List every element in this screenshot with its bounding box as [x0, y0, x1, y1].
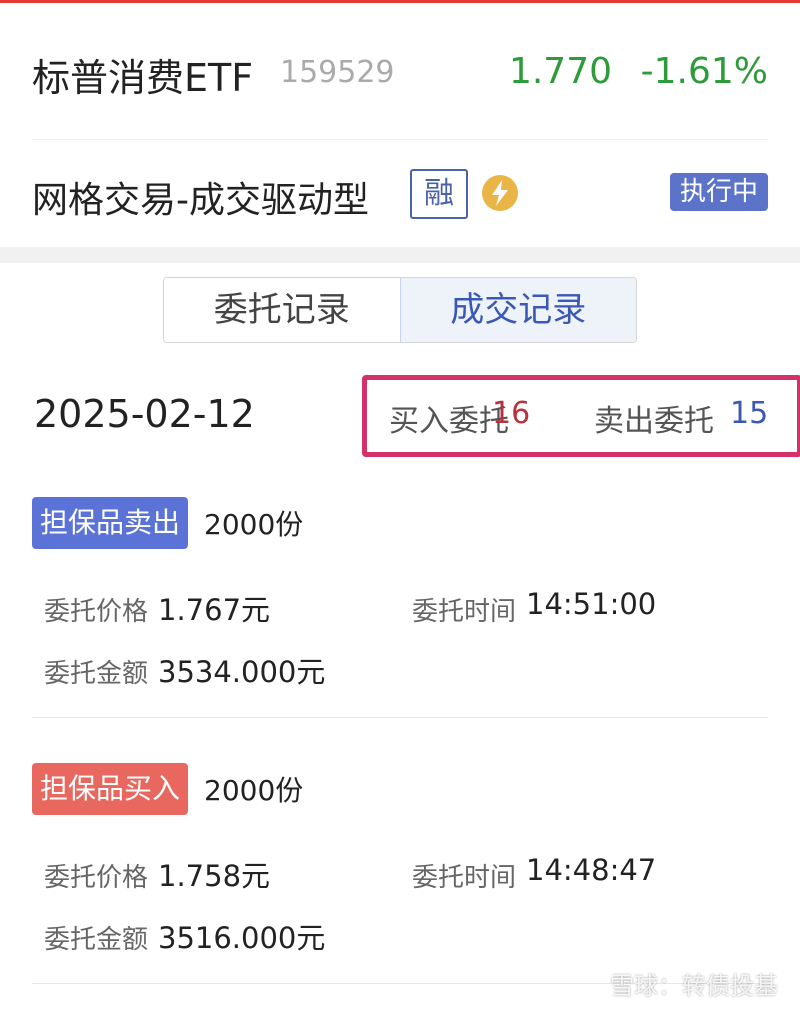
record-date: 2025-02-12 — [34, 392, 255, 436]
lightning-icon[interactable] — [482, 175, 518, 211]
record-quantity: 2000份 — [204, 774, 304, 807]
buy-type-badge: 担保品买入 — [32, 763, 189, 815]
list-item[interactable]: 担保品买入 2000份 委托价格 1.758元 委托时间 14:48:47 委托… — [32, 763, 768, 985]
amount-value: 3516.000元 — [158, 921, 326, 955]
time-label: 委托时间 — [412, 597, 517, 627]
fund-header: 标普消费ETF 159529 1.770 -1.61% 网格交易-成交驱动型 融… — [0, 3, 800, 247]
amount-label: 委托金额 — [44, 925, 149, 955]
record-quantity: 2000份 — [204, 508, 304, 541]
record-divider — [32, 717, 768, 718]
header-divider — [32, 139, 768, 140]
strategy-name: 网格交易-成交驱动型 — [32, 180, 369, 221]
tab-trade-records[interactable]: 成交记录 — [399, 278, 636, 342]
buy-order-label: 买入委托 — [389, 404, 509, 439]
date-summary-row: 2025-02-12 买入委托 16 卖出委托 15 — [32, 375, 800, 457]
fund-title-row[interactable]: 标普消费ETF 159529 1.770 -1.61% — [32, 45, 768, 105]
price-value: 1.767元 — [158, 593, 271, 627]
list-item[interactable]: 担保品卖出 2000份 委托价格 1.767元 委托时间 14:51:00 委托… — [32, 497, 768, 719]
amount-label: 委托金额 — [44, 659, 149, 689]
status-badge: 执行中 — [669, 173, 768, 211]
watermark: 雪球：转债投基 — [610, 972, 778, 1000]
fund-price: 1.770 — [508, 51, 612, 92]
strategy-row: 网格交易-成交驱动型 融 执行中 — [32, 167, 768, 225]
time-value: 14:48:47 — [526, 853, 657, 887]
price-value: 1.758元 — [158, 859, 271, 893]
sell-order-label: 卖出委托 — [594, 404, 714, 439]
buy-order-count: 16 — [492, 396, 531, 431]
time-label: 委托时间 — [412, 863, 517, 893]
section-gap — [0, 247, 800, 263]
price-label: 委托价格 — [44, 863, 149, 893]
time-value: 14:51:00 — [526, 587, 657, 621]
amount-value: 3534.000元 — [158, 655, 326, 689]
margin-badge: 融 — [410, 169, 468, 219]
sell-order-count: 15 — [730, 396, 769, 431]
price-label: 委托价格 — [44, 597, 149, 627]
record-tabs: 委托记录 成交记录 — [163, 277, 637, 343]
fund-name: 标普消费ETF — [32, 56, 254, 100]
sell-type-badge: 担保品卖出 — [32, 497, 189, 549]
fund-code: 159529 — [280, 55, 395, 90]
fund-change: -1.61% — [640, 51, 768, 92]
tab-order-records[interactable]: 委托记录 — [164, 278, 400, 342]
